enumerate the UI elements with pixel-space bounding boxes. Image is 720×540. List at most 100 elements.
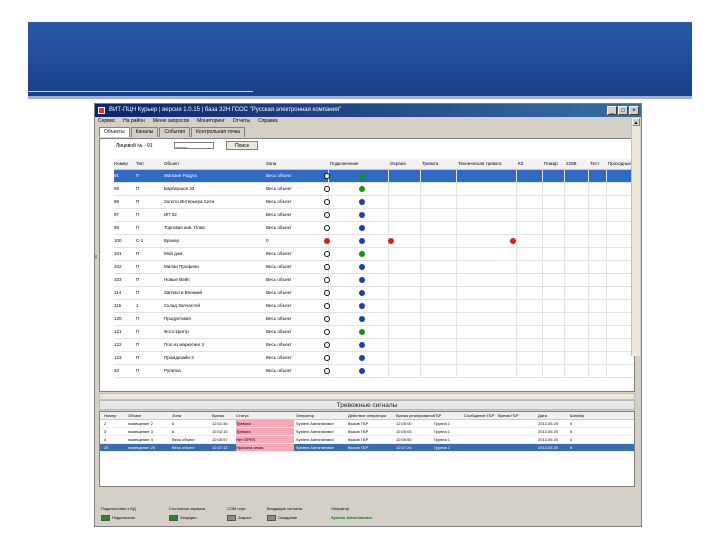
- grid-header-cell[interactable]: Тип: [136, 159, 164, 169]
- guard-status-icon: [359, 368, 365, 374]
- menu-item-reports[interactable]: Отчеты: [233, 117, 250, 126]
- status-indicator-icon: [267, 514, 276, 521]
- grid-divider: [420, 183, 421, 195]
- grid-header-cell[interactable]: Зона: [266, 159, 330, 169]
- grid-divider: [606, 287, 607, 299]
- alarm-row[interactable]: 3 помещение 3 6 12:02:10 Тревога System Admin…: [100, 428, 634, 436]
- table-row[interactable]: 121 П Фото-Центр Весь объект: [114, 326, 634, 339]
- menu-item-district[interactable]: На район: [123, 117, 145, 126]
- table-row[interactable]: 95 П Барбершоп 33 Весь объект: [114, 183, 634, 196]
- alarm-row[interactable]: 4 помещение 4 Весь объект 12:05:57 Нет GPRS S…: [100, 436, 634, 444]
- tab-events[interactable]: События: [159, 127, 191, 137]
- menu-item-service[interactable]: Сервис: [98, 117, 115, 126]
- grid-divider: [564, 274, 565, 286]
- grid-header-cell[interactable]: Охрана: [390, 159, 422, 169]
- table-row[interactable]: 96 П Золото Интерьера Сити Весь объект: [114, 196, 634, 209]
- alarm-header-cell[interactable]: Действие оператора: [348, 412, 396, 419]
- table-row[interactable]: 115 1 Склад Запчастей Весь объект: [114, 300, 634, 313]
- table-row[interactable]: 97 П ИП 32 Весь объект: [114, 209, 634, 222]
- grid-cell-name: Продуктовая: [164, 316, 191, 321]
- minimize-button[interactable]: _: [607, 106, 617, 115]
- grid-header-cell[interactable]: КЗ: [518, 159, 544, 169]
- grid-header-cell[interactable]: Номер: [114, 159, 136, 169]
- grid-divider: [420, 352, 421, 364]
- table-row[interactable]: 120 П Продуктовая Весь объект: [114, 313, 634, 326]
- scroll-up-icon[interactable]: ▲: [632, 118, 640, 126]
- alarm-header-cell[interactable]: Зона: [172, 412, 212, 419]
- table-row[interactable]: 100 С-1 Брокер 0: [114, 235, 634, 248]
- grid-header-cell[interactable]: Объект: [164, 159, 266, 169]
- grid-header-cell[interactable]: Пожар: [544, 159, 566, 169]
- menu-item-monitoring[interactable]: Мониторинг: [197, 117, 225, 126]
- alarm-header-cell[interactable]: Дата: [538, 412, 570, 419]
- grid-divider: [420, 209, 421, 221]
- alarm-header-cell[interactable]: Оператор: [296, 412, 348, 419]
- grid-divider: [456, 196, 457, 208]
- alarm-header-cell[interactable]: Время реагирования: [396, 412, 434, 419]
- table-row[interactable]: 91 П Магазин Радуга Весь объект: [114, 170, 634, 183]
- grid-cell-num: 120: [114, 316, 122, 321]
- alarm-header-cell[interactable]: Шлейф: [570, 412, 588, 419]
- connection-status-icon: [324, 264, 330, 270]
- grid-divider: [516, 183, 517, 195]
- banner-underline: [28, 96, 692, 99]
- grid-cell-name: Новые Вейп: [164, 277, 190, 282]
- tab-objects[interactable]: Объекты: [99, 127, 130, 137]
- alarm-cell-status: Пропала связь: [236, 444, 294, 451]
- grid-divider: [516, 365, 517, 377]
- alarm-header-cell[interactable]: Время: [212, 412, 236, 419]
- alarm-header-cell[interactable]: Сообщение ГБР: [464, 412, 498, 419]
- grid-divider: [516, 326, 517, 338]
- close-button[interactable]: ×: [629, 106, 639, 115]
- connection-status-icon: [324, 368, 330, 374]
- grid-header-cell[interactable]: Техническая тревога: [458, 159, 518, 169]
- table-row[interactable]: 123 П Промдизайн 3 Весь объект: [114, 352, 634, 365]
- menu-item-help[interactable]: Справка: [258, 117, 278, 126]
- grid-divider: [606, 352, 607, 364]
- alarm-header-cell[interactable]: Статус: [236, 412, 294, 419]
- grid-cell-type: С-1: [136, 238, 144, 243]
- grid-cell-num: 101: [114, 251, 122, 256]
- horizontal-scrollbar[interactable]: [99, 393, 635, 400]
- alarm-header-cell[interactable]: Время ГБР: [498, 412, 538, 419]
- grid-cell-name: Брокер: [164, 238, 179, 243]
- grid-divider: [542, 365, 543, 377]
- search-input[interactable]: ____: [174, 142, 214, 149]
- table-row[interactable]: 114 П Запчасти Великий Весь объект: [114, 287, 634, 300]
- tab-checkpoint[interactable]: Контрольная точка: [191, 127, 245, 137]
- vertical-scrollbar[interactable]: ▲: [631, 118, 640, 356]
- grid-header-cell[interactable]: Подключение: [330, 159, 390, 169]
- grid-header-cell[interactable]: 220В: [566, 159, 590, 169]
- maximize-button[interactable]: □: [618, 106, 628, 115]
- search-button[interactable]: Поиск: [226, 141, 258, 150]
- grid-divider: [456, 222, 457, 234]
- grid-cell-num: 97: [114, 212, 120, 217]
- alarm-cell-action: Вызов ГБР: [348, 421, 369, 426]
- table-row[interactable]: 122 П Пол из маркетинг 2 Весь объект: [114, 339, 634, 352]
- tab-channels[interactable]: Каналы: [130, 127, 159, 137]
- table-row[interactable]: 98 П Торговая инв. Плюс Весь объект: [114, 222, 634, 235]
- grid-cell-zone: Весь объект: [266, 290, 292, 295]
- alarm-header-cell[interactable]: ГБР: [434, 412, 464, 419]
- grid-cell-num: 115: [114, 303, 122, 308]
- guard-status-icon: [359, 173, 365, 179]
- guard-status-icon: [359, 355, 365, 361]
- grid-header-cell[interactable]: Тест: [590, 159, 608, 169]
- grid-cell-num: 121: [114, 329, 122, 334]
- grid-divider: [388, 365, 389, 377]
- alarm-row[interactable]: 20 помещение 20 Весь объект 12:07:12 Пропала…: [100, 444, 634, 452]
- grid-divider: [388, 209, 389, 221]
- grid-divider: [588, 235, 589, 247]
- alarm-header-cell[interactable]: Номер: [104, 412, 126, 419]
- grid-cell-num: 95: [114, 186, 120, 191]
- alarm-header-cell[interactable]: Объект: [128, 412, 172, 419]
- grid-header-cell[interactable]: Тревога: [422, 159, 458, 169]
- grid-divider: [456, 183, 457, 195]
- table-row[interactable]: 10 П Рулетка Весь объект: [114, 365, 634, 378]
- alarm-row[interactable]: 2 помещение 2 6 12:01:46 Тревога System Admin…: [100, 420, 634, 428]
- table-row[interactable]: 103 П Новые Вейп Весь объект: [114, 274, 634, 287]
- grid-divider: [516, 209, 517, 221]
- table-row[interactable]: 101 П Мой дом Весь объект: [114, 248, 634, 261]
- menu-item-queries[interactable]: Меню запросов: [153, 117, 189, 126]
- table-row[interactable]: 102 П Милан Профили Весь объект: [114, 261, 634, 274]
